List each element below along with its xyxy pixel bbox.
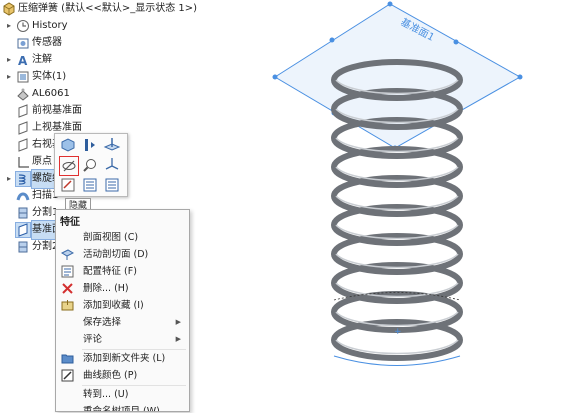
- center-mark-icon: +: [394, 327, 402, 337]
- menu-item-delete[interactable]: 删除... (H): [56, 280, 189, 297]
- menu-item-comment[interactable]: 评论 ▶: [56, 331, 189, 348]
- properties-icon[interactable]: [81, 176, 99, 194]
- section-plane-icon: [60, 248, 75, 261]
- menu-item-label: 删除... (H): [83, 283, 129, 294]
- history-icon: [16, 19, 30, 33]
- menu-item-curve-color[interactable]: 曲线颜色 (P): [56, 367, 189, 384]
- tree-item-label: 前视基准面: [32, 105, 82, 116]
- expand-icon[interactable]: ▸: [5, 51, 13, 69]
- rollback-icon[interactable]: [81, 136, 99, 154]
- split-icon: [16, 206, 30, 220]
- plane-icon: [16, 121, 30, 135]
- plane-icon: [15, 222, 31, 238]
- menu-item-label: 活动剖切面 (D): [83, 249, 149, 260]
- expand-icon[interactable]: ▸: [5, 17, 13, 35]
- tree-item-history[interactable]: ▸ History: [0, 17, 168, 35]
- tree-item-label: 实体(1): [32, 71, 67, 82]
- menu-item-rename[interactable]: 重命名树项目 (W): [56, 403, 189, 412]
- menu-item-label: 重命名树项目 (W): [83, 406, 160, 412]
- menu-item-add-to-new-folder[interactable]: 添加到新文件夹 (L): [56, 350, 189, 367]
- origin-icon: [16, 155, 30, 169]
- folder-icon: [61, 352, 74, 365]
- menu-item-label: 保存选择: [83, 317, 122, 328]
- submenu-arrow-icon: ▶: [175, 318, 181, 326]
- tree-item-solid-bodies[interactable]: ▸ 实体(1): [0, 68, 168, 86]
- menu-item-label: 评论: [83, 334, 103, 345]
- sketch-icon[interactable]: [59, 176, 77, 194]
- model-graphics: 基准面1 +: [272, 1, 523, 366]
- menu-item-active-section-plane[interactable]: 活动剖切面 (D): [56, 246, 189, 263]
- favorite-icon: [61, 299, 74, 312]
- graphics-viewport[interactable]: 基准面1 +: [168, 0, 567, 410]
- tree-item-label: 原点: [32, 156, 52, 167]
- tree-item-label: 传感器: [32, 37, 62, 48]
- tree-item-annotations[interactable]: ▸ A 注解: [0, 51, 168, 69]
- tree-item-label: History: [32, 20, 68, 31]
- view-normal-icon[interactable]: [103, 156, 121, 174]
- menu-item-label: 转到... (U): [83, 389, 129, 400]
- submenu-arrow-icon: ▶: [175, 335, 181, 343]
- plane-icon: [16, 138, 30, 152]
- material-icon: [16, 87, 30, 101]
- color-icon: [61, 369, 74, 382]
- edit-feature-icon[interactable]: [59, 136, 77, 154]
- delete-icon: [61, 282, 74, 295]
- menu-item-label: 配置特征 (F): [83, 266, 137, 277]
- solid-bodies-icon: [16, 70, 30, 84]
- menu-item-label: 剖面视图 (C): [83, 232, 139, 243]
- expand-icon[interactable]: ▸: [5, 68, 13, 86]
- svg-text:A: A: [18, 54, 28, 67]
- plane-icon: [16, 104, 30, 118]
- menu-item-label: 添加到新文件夹 (L): [83, 353, 166, 364]
- menu-item-section-view[interactable]: 剖面视图 (C): [56, 229, 189, 246]
- normal-to-icon[interactable]: [103, 136, 121, 154]
- tree-item-material[interactable]: AL6061: [0, 85, 168, 103]
- menu-item-configure-feature[interactable]: 配置特征 (F): [56, 263, 189, 280]
- tree-item-front-plane[interactable]: 前视基准面: [0, 102, 168, 120]
- context-menu: 特征 剖面视图 (C) 活动剖切面 (D) 配置特征 (F) 删除... (H)…: [55, 209, 190, 412]
- menu-item-add-to-favorites[interactable]: 添加到收藏 (I): [56, 297, 189, 314]
- tree-item-label: AL6061: [32, 88, 70, 99]
- sweep-icon: [16, 189, 30, 203]
- menu-title: 特征: [60, 217, 80, 228]
- menu-item-save-selection[interactable]: 保存选择 ▶: [56, 314, 189, 331]
- zoom-selection-icon[interactable]: [81, 156, 99, 174]
- annotation-icon: A: [16, 53, 30, 68]
- tree-root[interactable]: 压缩弹簧 (默认<<默认>_显示状态 1>): [0, 0, 197, 18]
- context-toolbar: [54, 133, 128, 197]
- hide-icon[interactable]: [59, 156, 79, 176]
- menu-item-label: 曲线颜色 (P): [83, 370, 138, 381]
- tree-item-label: 注解: [32, 54, 52, 65]
- expand-icon[interactable]: ▸: [5, 170, 13, 188]
- split-icon: [16, 240, 30, 254]
- helix-icon: [15, 171, 31, 187]
- configure-icon: [61, 265, 74, 278]
- menu-item-go-to[interactable]: 转到... (U): [56, 386, 189, 403]
- part-icon: [2, 2, 16, 16]
- tree-item-sensors[interactable]: 传感器: [0, 34, 168, 52]
- sensor-icon: [16, 36, 30, 50]
- properties2-icon[interactable]: [103, 176, 121, 194]
- menu-item-label: 添加到收藏 (I): [83, 300, 144, 311]
